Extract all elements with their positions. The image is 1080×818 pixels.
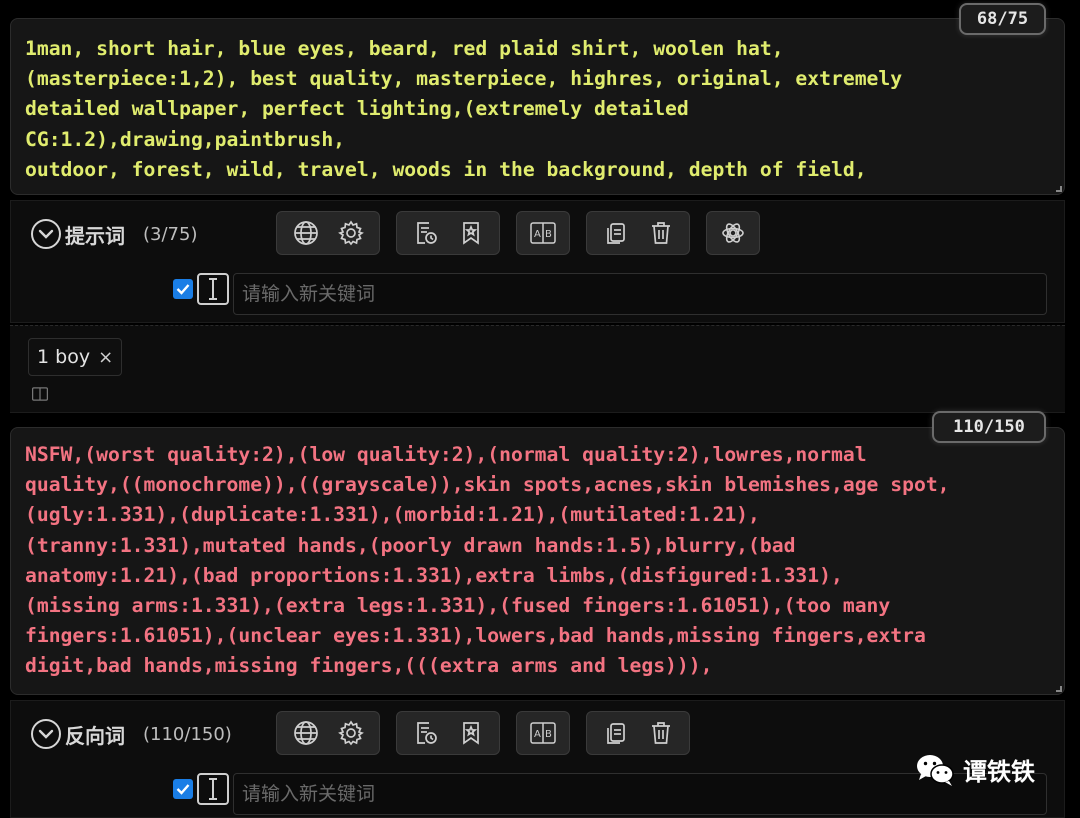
chevron-down-icon[interactable]: [31, 719, 61, 749]
wechat-icon: [917, 754, 954, 786]
negative-prompt-textarea[interactable]: NSFW,(worst quality:2),(low quality:2),(…: [10, 427, 1065, 695]
watermark: 谭铁铁: [915, 752, 1035, 787]
section-count: (110/150): [143, 723, 232, 745]
trash-icon[interactable]: [644, 716, 678, 750]
positive-toolbar: 提示词 (3/75) AB: [10, 200, 1065, 323]
web-settings-group: [276, 211, 380, 255]
copy-delete-group: [586, 711, 690, 755]
history-bookmark-group: [396, 211, 500, 255]
translate-icon[interactable]: AB: [526, 716, 560, 750]
negative-toolbar: 反向词 (110/150) AB: [10, 700, 1065, 818]
bookmark-icon[interactable]: [454, 216, 488, 250]
web-settings-group: [276, 711, 380, 755]
positive-collapse-toggle[interactable]: 提示词 (3/75): [31, 219, 197, 249]
translate-icon[interactable]: [30, 386, 50, 406]
new-keyword-input[interactable]: [233, 273, 1047, 315]
tag-chip[interactable]: 1 boy ×: [28, 338, 123, 376]
svg-text:A: A: [534, 229, 541, 240]
keyword-input-controls: [173, 773, 229, 805]
globe-icon[interactable]: [289, 216, 323, 250]
text-cursor-icon[interactable]: [197, 273, 229, 305]
translate-group: AB: [516, 211, 570, 255]
positive-token-counter: 68/75: [959, 3, 1046, 35]
positive-prompt-text[interactable]: 1man, short hair, blue eyes, beard, red …: [25, 34, 1050, 185]
tag-label: 1 boy: [37, 346, 91, 368]
history-bookmark-group: [396, 711, 500, 755]
gear-icon[interactable]: [334, 716, 368, 750]
keyword-input-controls: [173, 273, 229, 305]
resize-handle[interactable]: [1056, 686, 1062, 692]
chevron-down-icon[interactable]: [31, 219, 61, 249]
translate-group: AB: [516, 711, 570, 755]
negative-prompt-text[interactable]: NSFW,(worst quality:2),(low quality:2),(…: [25, 440, 1050, 682]
svg-text:B: B: [545, 729, 552, 740]
resize-handle[interactable]: [1056, 186, 1062, 192]
copy-icon[interactable]: [599, 716, 633, 750]
enable-checkbox[interactable]: [173, 279, 193, 299]
section-title: 反向词: [65, 723, 125, 748]
watermark-text: 谭铁铁: [963, 758, 1035, 786]
trash-icon[interactable]: [644, 216, 678, 250]
tags-panel: 1 boy ×: [10, 325, 1065, 413]
negative-token-counter: 110/150: [932, 411, 1046, 443]
openai-icon[interactable]: [716, 216, 750, 250]
negative-collapse-toggle[interactable]: 反向词 (110/150): [31, 719, 232, 749]
svg-text:A: A: [534, 729, 541, 740]
globe-icon[interactable]: [289, 716, 323, 750]
section-count: (3/75): [143, 223, 198, 245]
text-cursor-icon[interactable]: [197, 773, 229, 805]
copy-icon[interactable]: [599, 216, 633, 250]
translate-icon[interactable]: AB: [526, 216, 560, 250]
ai-group: [706, 211, 760, 255]
svg-text:B: B: [545, 229, 552, 240]
history-icon[interactable]: [409, 716, 443, 750]
section-title: 提示词: [65, 223, 125, 248]
gear-icon[interactable]: [334, 216, 368, 250]
close-icon[interactable]: ×: [98, 347, 113, 368]
positive-prompt-textarea[interactable]: 1man, short hair, blue eyes, beard, red …: [10, 18, 1065, 195]
bookmark-icon[interactable]: [454, 716, 488, 750]
copy-delete-group: [586, 211, 690, 255]
history-icon[interactable]: [409, 216, 443, 250]
enable-checkbox[interactable]: [173, 779, 193, 799]
